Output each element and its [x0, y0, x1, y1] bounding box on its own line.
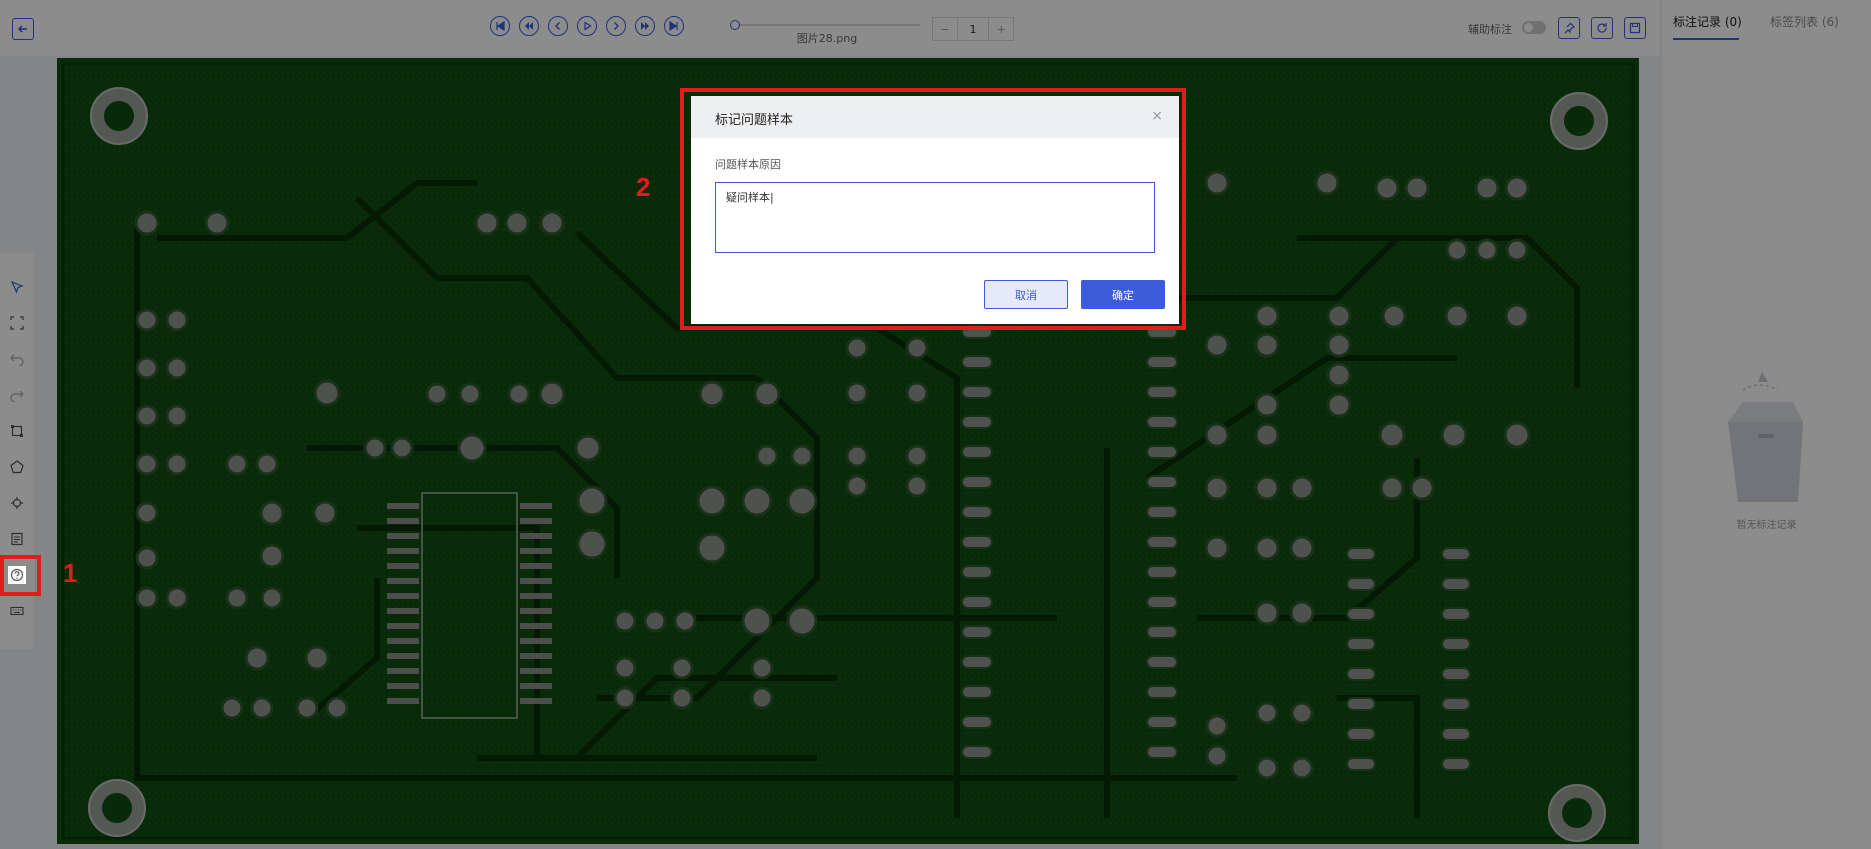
highlighted-question-tool[interactable] — [8, 566, 26, 584]
question-circle-icon — [10, 568, 24, 582]
annotation-label-2: 2 — [636, 172, 651, 202]
annotation-label-1: 1 — [63, 558, 78, 588]
annotation-box-2 — [680, 88, 1186, 330]
